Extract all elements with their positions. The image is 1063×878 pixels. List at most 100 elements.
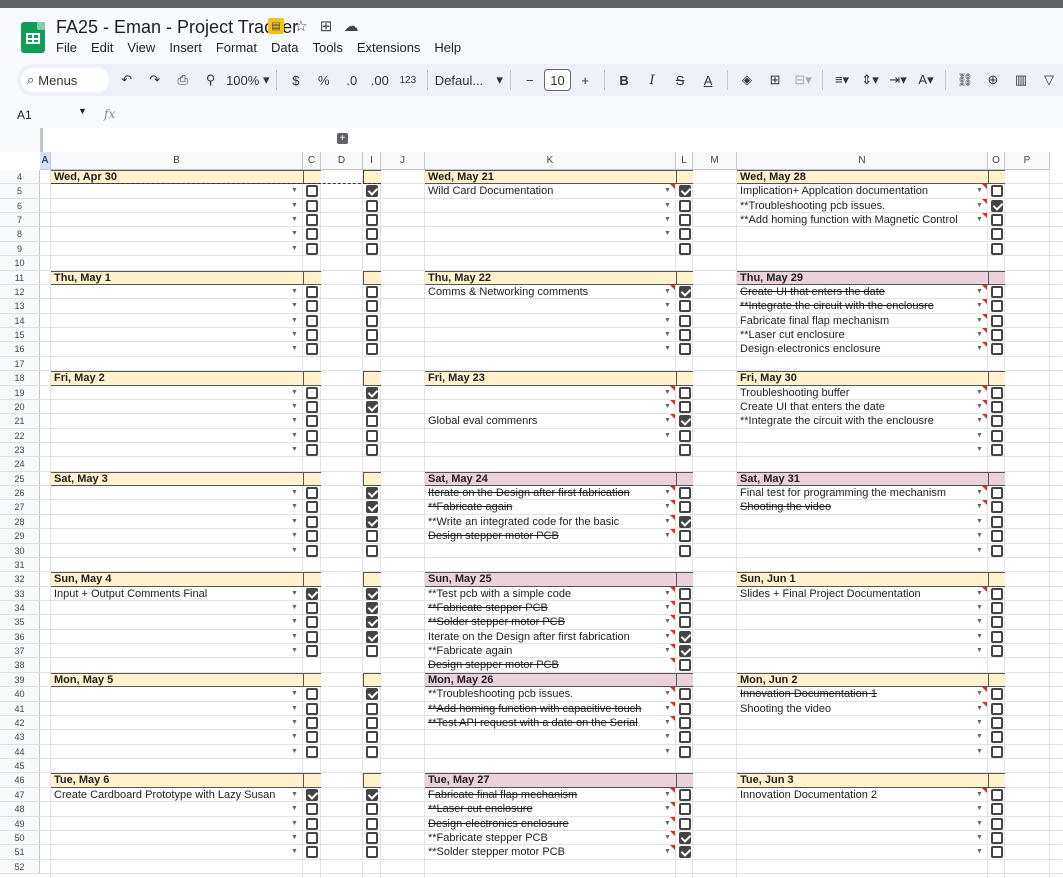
dropdown-arrow-icon[interactable]: ▼: [291, 848, 298, 855]
task-cell[interactable]: **Solder stepper motor PCB: [425, 845, 662, 859]
task-checkbox[interactable]: [306, 400, 318, 413]
status-checkbox[interactable]: [366, 242, 378, 255]
redo-icon[interactable]: ↷: [143, 68, 167, 92]
task-checkbox[interactable]: [306, 616, 318, 629]
row-header[interactable]: 35: [0, 615, 40, 630]
row-header[interactable]: 20: [0, 399, 40, 415]
row-header[interactable]: 45: [0, 759, 40, 774]
column-header-n[interactable]: N: [737, 152, 988, 170]
sheets-logo-icon[interactable]: [21, 22, 45, 53]
column-header-i[interactable]: I: [363, 152, 381, 170]
row-header[interactable]: 27: [0, 500, 40, 515]
status-checkbox[interactable]: [366, 616, 378, 629]
task-checkbox[interactable]: [991, 228, 1003, 241]
menu-insert[interactable]: Insert: [169, 40, 202, 55]
task-checkbox[interactable]: [991, 602, 1003, 615]
task-checkbox[interactable]: [306, 501, 318, 514]
task-checkbox[interactable]: [679, 285, 691, 298]
dropdown-arrow-icon[interactable]: ▼: [291, 432, 298, 439]
dropdown-arrow-icon[interactable]: ▼: [664, 748, 671, 755]
task-checkbox[interactable]: [991, 846, 1003, 859]
dropdown-arrow-icon[interactable]: ▼: [291, 302, 298, 309]
row-header[interactable]: 11: [0, 270, 40, 285]
task-checkbox[interactable]: [306, 745, 318, 758]
task-checkbox[interactable]: [679, 630, 691, 643]
dropdown-arrow-icon[interactable]: ▼: [976, 432, 983, 439]
filter-icon[interactable]: ▽: [1037, 68, 1061, 92]
task-checkbox[interactable]: [679, 602, 691, 615]
task-checkbox[interactable]: [991, 415, 1003, 428]
task-checkbox[interactable]: [306, 329, 318, 342]
row-header[interactable]: 17: [0, 356, 40, 372]
task-checkbox[interactable]: [991, 731, 1003, 744]
task-checkbox[interactable]: [679, 731, 691, 744]
row-header[interactable]: 48: [0, 802, 40, 817]
task-checkbox[interactable]: [306, 300, 318, 313]
task-cell[interactable]: Implication+ Applcation documentation: [737, 184, 974, 198]
task-checkbox[interactable]: [306, 731, 318, 744]
row-header[interactable]: 5: [0, 184, 40, 199]
row-header[interactable]: 38: [0, 658, 40, 673]
dropdown-arrow-icon[interactable]: ▼: [291, 230, 298, 237]
dropdown-arrow-icon[interactable]: ▼: [291, 820, 298, 827]
task-checkbox[interactable]: [991, 544, 1003, 557]
task-checkbox[interactable]: [991, 185, 1003, 198]
column-header-m[interactable]: M: [693, 152, 737, 170]
status-checkbox[interactable]: [366, 587, 378, 600]
task-cell[interactable]: Design electronics enclosure: [737, 342, 974, 356]
task-checkbox[interactable]: [679, 487, 691, 500]
dropdown-arrow-icon[interactable]: ▼: [664, 317, 671, 324]
dropdown-arrow-icon[interactable]: ▼: [291, 791, 298, 798]
menu-edit[interactable]: Edit: [91, 40, 113, 55]
task-checkbox[interactable]: [306, 185, 318, 198]
task-checkbox[interactable]: [679, 343, 691, 356]
row-header[interactable]: 4: [0, 170, 40, 185]
task-checkbox[interactable]: [991, 645, 1003, 658]
task-cell[interactable]: **Solder stepper motor PCB: [425, 615, 662, 629]
task-checkbox[interactable]: [679, 515, 691, 528]
star-icon[interactable]: ☆: [293, 18, 309, 35]
status-checkbox[interactable]: [366, 846, 378, 859]
row-header[interactable]: 28: [0, 514, 40, 530]
task-checkbox[interactable]: [679, 846, 691, 859]
search-menus[interactable]: ⌕ Menus: [21, 68, 109, 92]
task-cell[interactable]: Input + Output Comments Final: [51, 587, 289, 601]
spreadsheet-grid[interactable]: + A B C D I J K L M N O P 4 5 6 7 8 9 10 11 12 13 14 15 16 17 18 19…: [0, 128, 1063, 878]
row-header[interactable]: 9: [0, 241, 40, 257]
task-checkbox[interactable]: [991, 530, 1003, 543]
task-checkbox[interactable]: [991, 515, 1003, 528]
decrease-decimal-button[interactable]: .0: [340, 68, 364, 92]
status-checkbox[interactable]: [366, 429, 378, 442]
task-checkbox[interactable]: [306, 530, 318, 543]
column-header-c[interactable]: C: [303, 152, 321, 170]
task-checkbox[interactable]: [306, 242, 318, 255]
dropdown-arrow-icon[interactable]: ▼: [664, 202, 671, 209]
dropdown-arrow-icon[interactable]: ▼: [291, 417, 298, 424]
dropdown-arrow-icon[interactable]: ▼: [291, 317, 298, 324]
dropdown-arrow-icon[interactable]: ▼: [291, 288, 298, 295]
increase-decimal-button[interactable]: .00: [368, 68, 392, 92]
currency-format-button[interactable]: $: [284, 68, 308, 92]
column-header-j[interactable]: J: [381, 152, 425, 170]
row-header[interactable]: 33: [0, 586, 40, 601]
task-cell[interactable]: Final test for programming the mechanism: [737, 486, 974, 500]
status-checkbox[interactable]: [366, 831, 378, 844]
status-checkbox[interactable]: [366, 487, 378, 500]
row-header[interactable]: 36: [0, 629, 40, 645]
status-checkbox[interactable]: [366, 803, 378, 816]
task-checkbox[interactable]: [991, 702, 1003, 715]
task-cell[interactable]: Slides + Final Project Documentation: [737, 587, 974, 601]
task-cell[interactable]: Iterate on the Design after first fabric…: [425, 486, 662, 500]
insert-comment-icon[interactable]: ⊕: [981, 68, 1005, 92]
task-checkbox[interactable]: [991, 285, 1003, 298]
row-header[interactable]: 22: [0, 428, 40, 443]
task-checkbox[interactable]: [306, 429, 318, 442]
column-header-d[interactable]: D: [321, 152, 363, 170]
font-size-decrease-button[interactable]: −: [518, 68, 542, 92]
expand-group-icon[interactable]: +: [337, 133, 348, 144]
task-cell[interactable]: **Troubleshooting pcb issues.: [737, 199, 974, 213]
row-header[interactable]: 37: [0, 644, 40, 659]
row-header[interactable]: 34: [0, 601, 40, 616]
row-header[interactable]: 29: [0, 529, 40, 544]
dropdown-arrow-icon[interactable]: ▼: [976, 518, 983, 525]
